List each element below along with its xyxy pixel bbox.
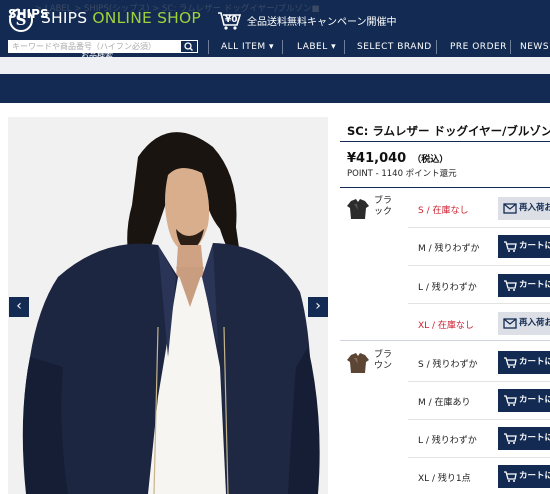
button-label: 再入荷お bbox=[519, 318, 550, 328]
nav-divider bbox=[510, 40, 511, 54]
add-to-cart-button[interactable]: カートに入 bbox=[498, 235, 550, 258]
mail-icon bbox=[503, 318, 517, 329]
divider bbox=[340, 187, 550, 188]
add-to-cart-button[interactable]: カートに入 bbox=[498, 427, 550, 450]
jacket-thumbnail-icon bbox=[347, 353, 369, 373]
button-label: カートに入 bbox=[519, 471, 550, 481]
model-photo bbox=[8, 117, 328, 494]
cart-icon bbox=[504, 357, 517, 368]
nav-select-brand[interactable]: SELECT BRAND bbox=[357, 40, 432, 54]
color-name-brown: ブラウン bbox=[374, 350, 393, 371]
color-group-divider bbox=[340, 340, 550, 341]
price-value: ¥41,040 bbox=[347, 151, 407, 166]
size-stock-label: S / 在庫なし bbox=[418, 206, 469, 216]
breadcrumb bbox=[0, 57, 550, 74]
color-swatch-black[interactable] bbox=[346, 198, 370, 220]
tax-label: （税込） bbox=[412, 155, 449, 165]
cart-icon bbox=[504, 241, 517, 252]
nav-divider bbox=[436, 40, 437, 54]
carousel-next-button[interactable]: › bbox=[308, 297, 328, 317]
add-to-cart-button[interactable]: カートに入 bbox=[498, 274, 550, 297]
row-divider bbox=[408, 265, 550, 266]
jacket-thumbnail-icon bbox=[347, 199, 369, 219]
size-stock-label: M / 残りわずか bbox=[418, 244, 480, 254]
button-label: カートに入 bbox=[519, 280, 550, 290]
product-price: ¥41,040 （税込） bbox=[347, 151, 448, 166]
color-swatch-brown[interactable] bbox=[346, 352, 370, 374]
cart-icon bbox=[504, 395, 517, 406]
divider bbox=[340, 141, 550, 142]
carousel-prev-button[interactable]: ‹ bbox=[9, 297, 29, 317]
row-divider bbox=[408, 457, 550, 458]
mail-icon bbox=[503, 203, 517, 214]
add-to-cart-button[interactable]: カートに入 bbox=[498, 389, 550, 412]
size-stock-label: XL / 在庫なし bbox=[418, 321, 474, 331]
product-image[interactable] bbox=[8, 117, 328, 494]
promo-banner-text[interactable]: 全品送料無料キャンペーン開催中 bbox=[247, 13, 397, 28]
restock-notify-button[interactable]: 再入荷お bbox=[498, 197, 550, 220]
nav-divider bbox=[208, 40, 209, 54]
brand-section-header bbox=[0, 74, 550, 103]
size-stock-label: L / 残りわずか bbox=[418, 283, 477, 293]
cart-icon bbox=[504, 433, 517, 444]
size-stock-label: L / 残りわずか bbox=[418, 436, 477, 446]
product-title: SC: ラムレザー ドッグイヤー/ブルゾン■ bbox=[347, 124, 550, 138]
breadcrumb-trail[interactable]: > LABEL > SHIPS(シップス) > SC: ラムレザー ドッグイヤー… bbox=[35, 2, 320, 14]
color-name-black: ブラック bbox=[374, 196, 393, 217]
row-divider bbox=[408, 303, 550, 304]
search-button[interactable] bbox=[180, 40, 198, 53]
nav-divider bbox=[344, 40, 345, 54]
button-label: カートに入 bbox=[519, 395, 550, 405]
restock-notify-button[interactable]: 再入荷お bbox=[498, 312, 550, 335]
button-label: カートに入 bbox=[519, 241, 550, 251]
nav-news[interactable]: NEWS bbox=[520, 40, 549, 54]
cart-icon bbox=[504, 280, 517, 291]
button-label: カートに入 bbox=[519, 357, 550, 367]
nav-all-item[interactable]: ALL ITEM ▾ bbox=[221, 40, 274, 54]
row-divider bbox=[408, 381, 550, 382]
add-to-cart-button[interactable]: カートに入 bbox=[498, 351, 550, 374]
free-shipping-badge: ¥0 bbox=[225, 15, 238, 25]
size-stock-label: XL / 残り1点 bbox=[418, 474, 471, 484]
row-divider bbox=[408, 227, 550, 228]
point-info: POINT - 1140 ポイント還元 bbox=[347, 169, 457, 179]
size-stock-label: S / 残りわずか bbox=[418, 360, 478, 370]
size-stock-label: M / 在庫あり bbox=[418, 398, 471, 408]
cart-icon bbox=[504, 471, 517, 482]
brand-title: SHIPS bbox=[8, 7, 49, 21]
button-label: カートに入 bbox=[519, 433, 550, 443]
button-label: 再入荷お bbox=[519, 203, 550, 213]
nav-pre-order[interactable]: PRE ORDER bbox=[450, 40, 507, 54]
search-icon bbox=[184, 42, 193, 51]
nav-divider bbox=[282, 40, 283, 54]
add-to-cart-button[interactable]: カートに入 bbox=[498, 465, 550, 488]
nav-label[interactable]: LABEL ▾ bbox=[297, 40, 336, 54]
row-divider bbox=[408, 419, 550, 420]
